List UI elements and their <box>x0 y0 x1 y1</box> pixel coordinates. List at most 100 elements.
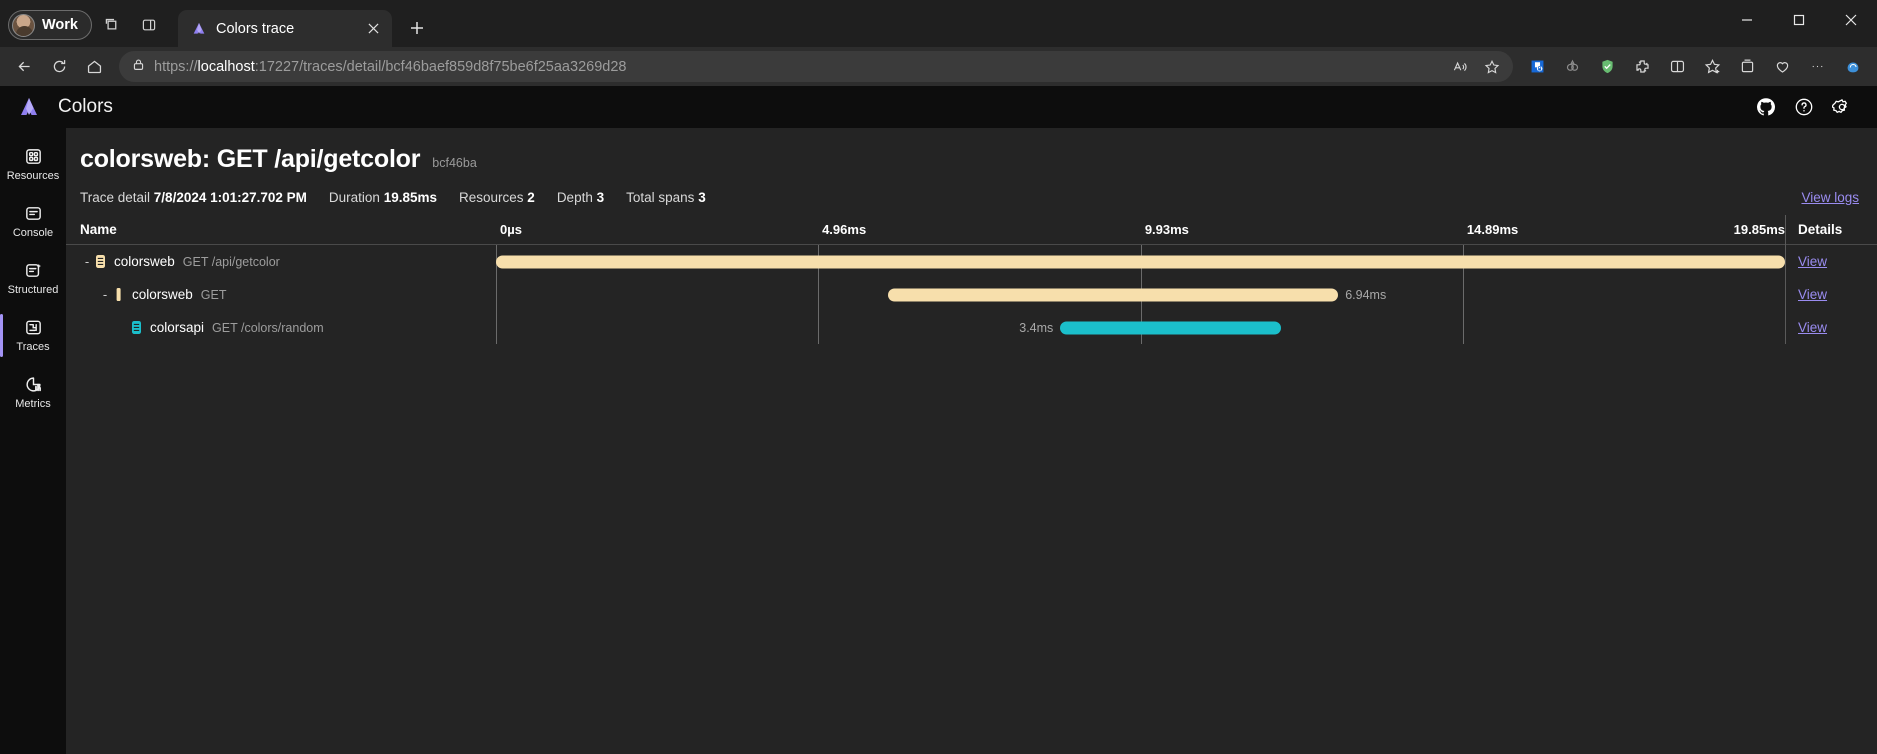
tab-actions-icon[interactable] <box>92 9 130 41</box>
browser-tab[interactable]: Colors trace <box>178 10 392 47</box>
close-icon[interactable] <box>362 18 384 40</box>
back-arrow-icon[interactable] <box>8 51 41 82</box>
span-duration-label: 3.4ms <box>1019 321 1053 335</box>
table-row[interactable]: colorsapiGET /colors/random 3.4ms View <box>66 311 1877 344</box>
copilot-icon[interactable] <box>1836 51 1869 82</box>
timeline-tick: 14.89ms <box>1463 215 1518 245</box>
tab-strip: Work Colors trace <box>0 0 1877 47</box>
browser-window: Work Colors trace <box>0 0 1877 754</box>
span-name-cell: colorsapiGET /colors/random <box>66 311 496 344</box>
span-name: colorsweb <box>114 254 175 269</box>
trace-detail-timestamp: Trace detail 7/8/2024 1:01:27.702 PM <box>80 190 307 205</box>
settings-more-icon[interactable] <box>1801 51 1834 82</box>
sidebar-item-metrics[interactable]: Metrics <box>0 364 66 421</box>
aspire-logo-icon <box>191 21 207 37</box>
reload-icon[interactable] <box>43 51 76 82</box>
column-header-name: Name <box>66 222 496 237</box>
trace-detail-value: 7/8/2024 1:01:27.702 PM <box>154 190 307 205</box>
span-icon <box>130 320 143 335</box>
span-duration-bar[interactable] <box>888 288 1339 301</box>
star-icon[interactable] <box>1477 53 1507 81</box>
favorites-icon[interactable] <box>1696 51 1729 82</box>
minimize-icon[interactable] <box>1721 0 1773 40</box>
read-aloud-icon[interactable] <box>1445 53 1475 81</box>
sidebar-item-resources[interactable]: Resources <box>0 136 66 193</box>
row-expander[interactable]: - <box>98 287 112 302</box>
timeline-tick: 19.85ms <box>1734 215 1785 245</box>
github-icon[interactable] <box>1749 90 1783 124</box>
extension-puzzle-icon[interactable] <box>1626 51 1659 82</box>
sidebar-item-traces[interactable]: Traces <box>0 307 66 364</box>
aspire-logo-icon <box>12 92 46 122</box>
duration-value: 19.85ms <box>384 190 437 205</box>
span-details-cell: View <box>1785 278 1877 311</box>
maximize-icon[interactable] <box>1773 0 1825 40</box>
split-screen-icon[interactable] <box>130 9 168 41</box>
trace-rows: - colorswebGET /api/getcolor View - colorsw… <box>66 245 1877 344</box>
url-path: :17227/traces/detail/bcf46baef859d8f75be… <box>255 59 627 75</box>
page-title: colorsweb: GET /api/getcolor <box>80 145 420 174</box>
ublock-icon[interactable] <box>1556 51 1589 82</box>
browser-essentials-icon[interactable] <box>1766 51 1799 82</box>
table-row[interactable]: -colorswebGET6.94msView <box>66 278 1877 311</box>
profile-label: Work <box>42 17 78 33</box>
omnibox-actions <box>1445 53 1507 81</box>
view-span-link[interactable]: View <box>1798 320 1827 335</box>
trace-detail-label: Trace detail <box>80 190 150 205</box>
page-title-row: colorsweb: GET /api/getcolor bcf46ba <box>66 128 1877 180</box>
view-span-link[interactable]: View <box>1798 287 1827 302</box>
window-close-icon[interactable] <box>1825 0 1877 40</box>
url-text: https://localhost:17227/traces/detail/bc… <box>154 59 1436 75</box>
resources-stat: Resources 2 <box>459 190 535 205</box>
sidebar-item-label: Structured <box>8 284 59 296</box>
home-icon[interactable] <box>78 51 111 82</box>
view-span-link[interactable]: View <box>1798 254 1827 269</box>
trace-table-header: Name 0µs4.96ms9.93ms14.89ms19.85ms Detai… <box>66 215 1877 245</box>
table-row[interactable]: - colorswebGET /api/getcolor View <box>66 245 1877 278</box>
depth-label: Depth <box>557 190 593 205</box>
span-icon <box>94 254 107 269</box>
duration-label: Duration <box>329 190 380 205</box>
span-name-cell: - colorswebGET /api/getcolor <box>66 245 496 278</box>
new-tab-button[interactable] <box>400 11 433 44</box>
collections-icon[interactable] <box>1731 51 1764 82</box>
span-name: colorsweb <box>132 287 193 302</box>
timeline-ticks: 0µs4.96ms9.93ms14.89ms19.85ms <box>496 215 1785 245</box>
app-title: Colors <box>58 96 113 118</box>
total-spans-stat: Total spans 3 <box>626 190 706 205</box>
span-timeline-cell: 6.94ms <box>496 278 1785 311</box>
settings-gear-icon[interactable] <box>1825 90 1859 124</box>
depth-stat: Depth 3 <box>557 190 604 205</box>
view-logs-link[interactable]: View logs <box>1801 190 1859 205</box>
adguard-icon[interactable] <box>1591 51 1624 82</box>
row-expander[interactable]: - <box>80 254 94 269</box>
span-duration-bar[interactable] <box>496 255 1785 268</box>
sidebar-item-label: Console <box>13 227 53 239</box>
sidebar-item-console[interactable]: Console <box>0 193 66 250</box>
span-duration-bar[interactable] <box>1060 321 1281 334</box>
password-manager-icon[interactable] <box>1521 51 1554 82</box>
lock-icon <box>132 58 145 76</box>
trace-id-short: bcf46ba <box>432 156 476 170</box>
client-span-icon <box>112 287 125 302</box>
span-name: colorsapi <box>150 320 204 335</box>
sidebar: Resources Console Structured Traces Metr… <box>0 128 66 754</box>
duration-stat: Duration 19.85ms <box>329 190 437 205</box>
url-host: localhost <box>198 59 255 75</box>
span-name-cell: -colorswebGET <box>66 278 496 311</box>
split-screen-icon[interactable] <box>1661 51 1694 82</box>
address-bar[interactable]: https://localhost:17227/traces/detail/bc… <box>119 51 1513 82</box>
total-spans-label: Total spans <box>626 190 694 205</box>
url-scheme: https:// <box>154 59 198 75</box>
app-body: Resources Console Structured Traces Metr… <box>0 128 1877 754</box>
app-header: Colors <box>0 86 1877 128</box>
span-timeline-cell <box>496 245 1785 278</box>
trace-spans-table: Name 0µs4.96ms9.93ms14.89ms19.85ms Detai… <box>66 215 1877 754</box>
sidebar-item-structured[interactable]: Structured <box>0 250 66 307</box>
trace-detail-page: colorsweb: GET /api/getcolor bcf46ba Tra… <box>66 128 1877 754</box>
resources-label: Resources <box>459 190 524 205</box>
profile-button[interactable]: Work <box>8 10 92 40</box>
help-icon[interactable] <box>1787 90 1821 124</box>
sidebar-item-label: Traces <box>16 341 49 353</box>
tab-title: Colors trace <box>216 21 353 37</box>
